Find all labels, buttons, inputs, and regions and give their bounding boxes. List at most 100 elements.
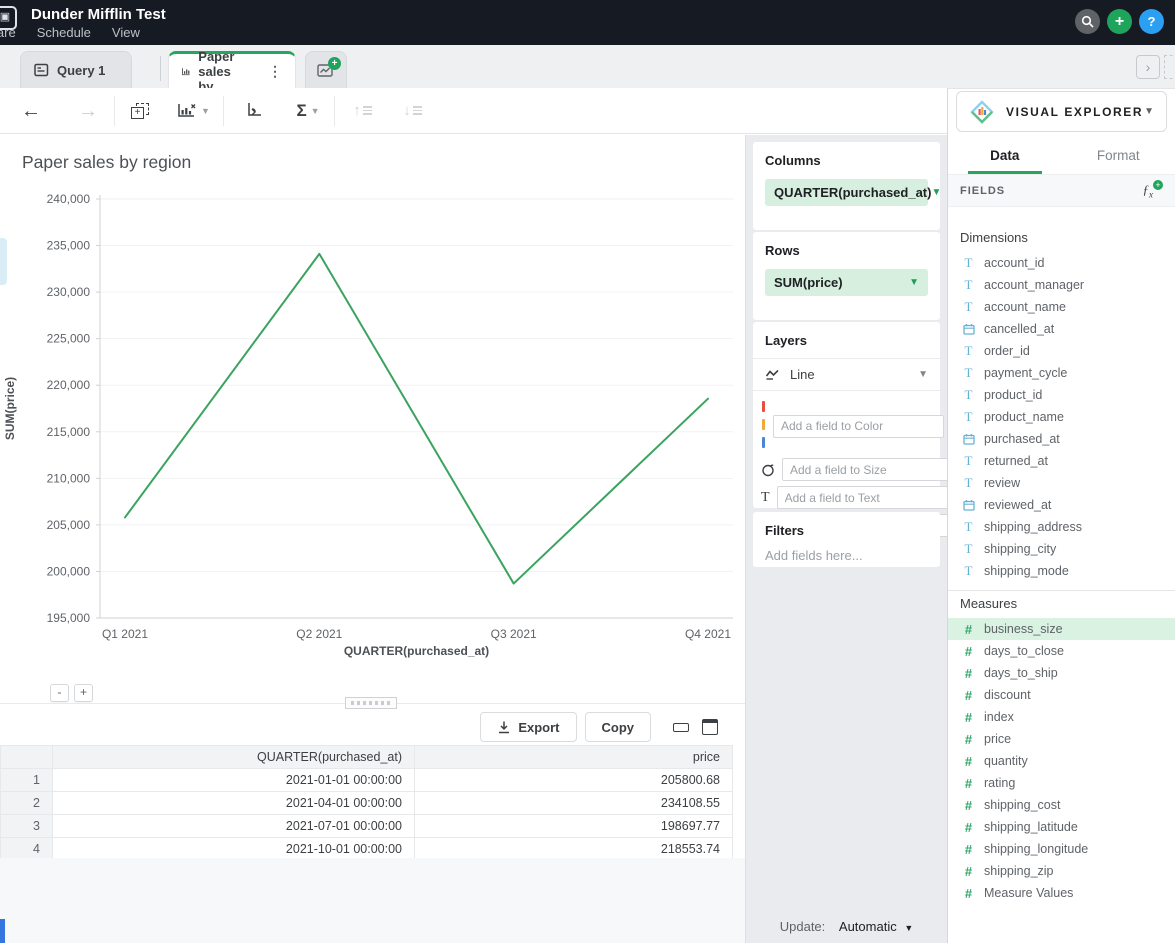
- measure-item[interactable]: #shipping_zip: [948, 860, 1175, 882]
- measure-item[interactable]: #days_to_ship: [948, 662, 1175, 684]
- measure-item[interactable]: #shipping_cost: [948, 794, 1175, 816]
- tab-scroll-next-button[interactable]: ›: [1136, 55, 1160, 79]
- maximize-results-icon[interactable]: [702, 719, 718, 735]
- filters-shelf[interactable]: Filters Add fields here...: [753, 512, 940, 567]
- undo-button[interactable]: ←: [0, 101, 62, 121]
- tab-paper-sales[interactable]: Paper sales by... ⋮: [168, 51, 296, 88]
- tab-format[interactable]: Format: [1062, 141, 1175, 174]
- measure-item[interactable]: #Measure Values: [948, 882, 1175, 904]
- help-icon[interactable]: ?: [1139, 9, 1164, 34]
- calendar-icon: [961, 433, 976, 445]
- pill-caret-icon[interactable]: ▼: [909, 277, 919, 288]
- column-header-quarter[interactable]: QUARTER(purchased_at): [53, 746, 415, 769]
- update-mode-dropdown[interactable]: Automatic: [839, 919, 897, 934]
- measure-item[interactable]: #quantity: [948, 750, 1175, 772]
- measure-item[interactable]: #days_to_close: [948, 640, 1175, 662]
- sort-asc-icon[interactable]: ↑: [335, 102, 390, 119]
- redo-button[interactable]: →: [62, 101, 114, 121]
- aggregate-sigma-icon[interactable]: Σ▼: [282, 101, 334, 121]
- dimensions-label: Dimensions: [960, 230, 1028, 245]
- update-caret-icon[interactable]: ▼: [904, 923, 913, 933]
- zoom-in-button[interactable]: +: [74, 684, 93, 702]
- tab-data[interactable]: Data: [948, 141, 1062, 174]
- measure-name: quantity: [984, 754, 1028, 768]
- color-field-input[interactable]: [773, 415, 944, 438]
- add-visual-icon[interactable]: +: [115, 103, 165, 119]
- fields-header: FIELDS ƒx+: [948, 175, 1175, 207]
- size-field-input[interactable]: [782, 458, 953, 481]
- dimension-name: account_id: [984, 256, 1044, 270]
- update-mode-control: Update: Automatic ▼: [746, 919, 947, 934]
- measure-item[interactable]: #shipping_longitude: [948, 838, 1175, 860]
- dimension-item[interactable]: Tshipping_mode: [948, 560, 1175, 582]
- text-field-input[interactable]: [777, 486, 948, 509]
- text-type-icon: T: [961, 343, 976, 359]
- dimension-item[interactable]: Tshipping_city: [948, 538, 1175, 560]
- dimension-item[interactable]: Taccount_manager: [948, 274, 1175, 296]
- search-icon[interactable]: [1075, 9, 1100, 34]
- measure-item[interactable]: #index: [948, 706, 1175, 728]
- tab-menu-kebab-icon[interactable]: ⋮: [268, 63, 282, 80]
- column-header-price[interactable]: price: [415, 746, 733, 769]
- dimension-item[interactable]: Tshipping_address: [948, 516, 1175, 538]
- dimension-name: payment_cycle: [984, 366, 1067, 380]
- mark-type-label: Line: [790, 367, 815, 382]
- pill-caret-icon[interactable]: ▼: [931, 187, 941, 198]
- text-type-icon: T: [961, 519, 976, 535]
- table-row[interactable]: 22021-04-01 00:00:00234108.55: [1, 792, 733, 815]
- menu-share[interactable]: Share: [0, 25, 16, 40]
- left-edge-tab[interactable]: [0, 238, 7, 285]
- svg-text:195,000: 195,000: [47, 611, 91, 625]
- topbar-actions: + ?: [1075, 9, 1164, 34]
- rows-shelf: Rows SUM(price) ▼: [753, 232, 940, 320]
- dimension-item[interactable]: Tproduct_name: [948, 406, 1175, 428]
- dimension-item[interactable]: Treturned_at: [948, 450, 1175, 472]
- zoom-out-button[interactable]: -: [50, 684, 69, 702]
- explorer-mode-dropdown[interactable]: VISUAL EXPLORER ▼: [956, 91, 1167, 132]
- dimension-item[interactable]: cancelled_at: [948, 318, 1175, 340]
- mark-caret-icon[interactable]: ▼: [918, 369, 928, 380]
- menu-schedule[interactable]: Schedule: [37, 25, 91, 40]
- text-type-icon: T: [961, 475, 976, 491]
- dimension-item[interactable]: Tproduct_id: [948, 384, 1175, 406]
- add-icon[interactable]: +: [1107, 9, 1132, 34]
- svg-text:230,000: 230,000: [47, 285, 91, 299]
- dimension-item[interactable]: Taccount_name: [948, 296, 1175, 318]
- measure-item[interactable]: #discount: [948, 684, 1175, 706]
- query-icon: [34, 63, 49, 77]
- size-icon: [761, 463, 775, 477]
- rows-field-pill[interactable]: SUM(price) ▼: [765, 269, 928, 296]
- svg-text:215,000: 215,000: [47, 425, 91, 439]
- splitter-drag-handle[interactable]: [345, 697, 397, 709]
- sort-desc-icon[interactable]: ↓: [390, 102, 435, 119]
- measure-item[interactable]: #price: [948, 728, 1175, 750]
- copy-button[interactable]: Copy: [585, 712, 652, 742]
- measure-item[interactable]: #rating: [948, 772, 1175, 794]
- dimension-item[interactable]: reviewed_at: [948, 494, 1175, 516]
- new-visual-tab-button[interactable]: +: [305, 51, 347, 88]
- measure-item[interactable]: #shipping_latitude: [948, 816, 1175, 838]
- dimension-item[interactable]: Taccount_id: [948, 252, 1175, 274]
- svg-text:Q2 2021: Q2 2021: [296, 627, 342, 641]
- columns-field-pill[interactable]: QUARTER(purchased_at) ▼: [765, 179, 928, 206]
- add-calculated-field-icon[interactable]: ƒx+: [1143, 182, 1164, 200]
- row-number: 1: [1, 769, 53, 792]
- explorer-caret-icon[interactable]: ▼: [1144, 106, 1154, 117]
- line-chart[interactable]: 195,000200,000205,000210,000215,000220,0…: [0, 185, 745, 665]
- layer-field-row: [761, 458, 930, 481]
- cell-price: 234108.55: [415, 792, 733, 815]
- export-button[interactable]: Export: [480, 712, 576, 742]
- dimension-item[interactable]: Treview: [948, 472, 1175, 494]
- table-row[interactable]: 12021-01-01 00:00:00205800.68: [1, 769, 733, 792]
- mark-type-selector[interactable]: Line ▼: [753, 359, 940, 390]
- dimension-item[interactable]: Tpayment_cycle: [948, 362, 1175, 384]
- remove-chart-icon[interactable]: ▼: [165, 103, 223, 118]
- swap-axes-icon[interactable]: [224, 102, 282, 119]
- menu-view[interactable]: View: [112, 25, 140, 40]
- minimize-results-icon[interactable]: [673, 723, 689, 732]
- table-row[interactable]: 32021-07-01 00:00:00198697.77: [1, 815, 733, 838]
- tab-query-1[interactable]: Query 1: [20, 51, 132, 88]
- dimension-item[interactable]: purchased_at: [948, 428, 1175, 450]
- dimension-item[interactable]: Torder_id: [948, 340, 1175, 362]
- measure-item[interactable]: #business_size: [948, 618, 1175, 640]
